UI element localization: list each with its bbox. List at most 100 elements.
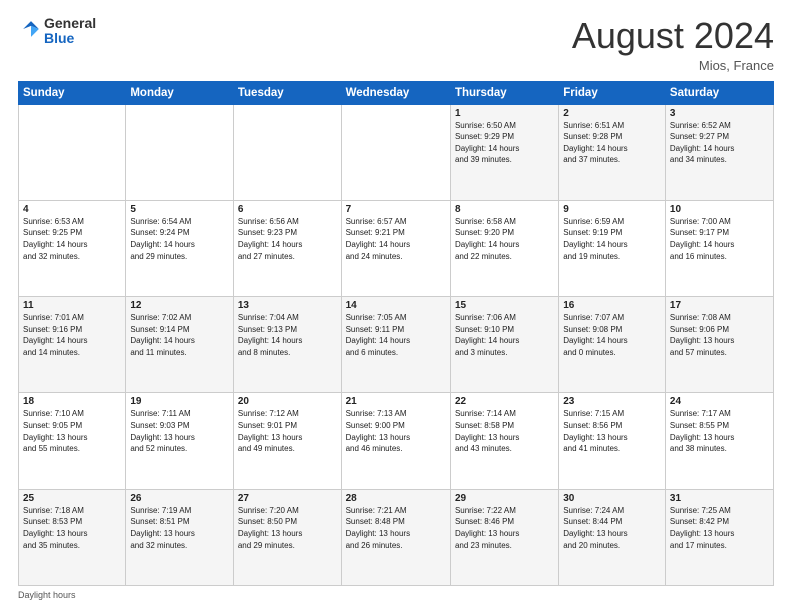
day-cell	[233, 104, 341, 200]
day-number: 12	[130, 300, 229, 311]
day-number: 31	[670, 493, 769, 504]
day-info: Sunrise: 6:53 AM Sunset: 9:25 PM Dayligh…	[23, 216, 121, 262]
day-number: 6	[238, 204, 337, 215]
day-info: Sunrise: 6:58 AM Sunset: 9:20 PM Dayligh…	[455, 216, 554, 262]
day-info: Sunrise: 7:01 AM Sunset: 9:16 PM Dayligh…	[23, 312, 121, 358]
day-number: 22	[455, 396, 554, 407]
day-cell: 3Sunrise: 6:52 AM Sunset: 9:27 PM Daylig…	[665, 104, 773, 200]
day-info: Sunrise: 7:04 AM Sunset: 9:13 PM Dayligh…	[238, 312, 337, 358]
logo-icon	[20, 18, 42, 40]
header: General Blue August 2024 Mios, France	[18, 16, 774, 73]
day-cell: 26Sunrise: 7:19 AM Sunset: 8:51 PM Dayli…	[126, 489, 234, 585]
footer-note: Daylight hours	[18, 590, 774, 600]
day-cell: 18Sunrise: 7:10 AM Sunset: 9:05 PM Dayli…	[19, 393, 126, 489]
logo-text: General Blue	[44, 16, 96, 47]
day-info: Sunrise: 7:05 AM Sunset: 9:11 PM Dayligh…	[346, 312, 446, 358]
day-cell: 24Sunrise: 7:17 AM Sunset: 8:55 PM Dayli…	[665, 393, 773, 489]
day-info: Sunrise: 7:15 AM Sunset: 8:56 PM Dayligh…	[563, 408, 661, 454]
day-info: Sunrise: 7:19 AM Sunset: 8:51 PM Dayligh…	[130, 505, 229, 551]
day-cell: 12Sunrise: 7:02 AM Sunset: 9:14 PM Dayli…	[126, 297, 234, 393]
day-info: Sunrise: 7:22 AM Sunset: 8:46 PM Dayligh…	[455, 505, 554, 551]
day-cell: 27Sunrise: 7:20 AM Sunset: 8:50 PM Dayli…	[233, 489, 341, 585]
week-row-2: 11Sunrise: 7:01 AM Sunset: 9:16 PM Dayli…	[19, 297, 774, 393]
day-info: Sunrise: 7:06 AM Sunset: 9:10 PM Dayligh…	[455, 312, 554, 358]
header-thursday: Thursday	[450, 81, 558, 104]
day-cell	[19, 104, 126, 200]
day-number: 10	[670, 204, 769, 215]
day-info: Sunrise: 7:18 AM Sunset: 8:53 PM Dayligh…	[23, 505, 121, 551]
day-number: 29	[455, 493, 554, 504]
day-info: Sunrise: 7:10 AM Sunset: 9:05 PM Dayligh…	[23, 408, 121, 454]
calendar-header: SundayMondayTuesdayWednesdayThursdayFrid…	[19, 81, 774, 104]
day-cell: 25Sunrise: 7:18 AM Sunset: 8:53 PM Dayli…	[19, 489, 126, 585]
day-number: 19	[130, 396, 229, 407]
day-number: 1	[455, 108, 554, 119]
day-number: 28	[346, 493, 446, 504]
page: General Blue August 2024 Mios, France Su…	[0, 0, 792, 612]
day-info: Sunrise: 7:12 AM Sunset: 9:01 PM Dayligh…	[238, 408, 337, 454]
header-wednesday: Wednesday	[341, 81, 450, 104]
day-info: Sunrise: 6:50 AM Sunset: 9:29 PM Dayligh…	[455, 120, 554, 166]
day-cell: 14Sunrise: 7:05 AM Sunset: 9:11 PM Dayli…	[341, 297, 450, 393]
day-cell: 28Sunrise: 7:21 AM Sunset: 8:48 PM Dayli…	[341, 489, 450, 585]
day-number: 23	[563, 396, 661, 407]
day-number: 14	[346, 300, 446, 311]
day-number: 15	[455, 300, 554, 311]
day-cell	[126, 104, 234, 200]
day-info: Sunrise: 7:25 AM Sunset: 8:42 PM Dayligh…	[670, 505, 769, 551]
day-number: 27	[238, 493, 337, 504]
day-cell: 2Sunrise: 6:51 AM Sunset: 9:28 PM Daylig…	[559, 104, 666, 200]
day-cell: 9Sunrise: 6:59 AM Sunset: 9:19 PM Daylig…	[559, 200, 666, 296]
day-cell	[341, 104, 450, 200]
header-saturday: Saturday	[665, 81, 773, 104]
day-info: Sunrise: 6:54 AM Sunset: 9:24 PM Dayligh…	[130, 216, 229, 262]
day-number: 30	[563, 493, 661, 504]
day-cell: 11Sunrise: 7:01 AM Sunset: 9:16 PM Dayli…	[19, 297, 126, 393]
day-cell: 8Sunrise: 6:58 AM Sunset: 9:20 PM Daylig…	[450, 200, 558, 296]
day-number: 16	[563, 300, 661, 311]
day-cell: 4Sunrise: 6:53 AM Sunset: 9:25 PM Daylig…	[19, 200, 126, 296]
logo-blue: Blue	[44, 30, 74, 46]
location: Mios, France	[572, 58, 774, 73]
day-number: 17	[670, 300, 769, 311]
day-info: Sunrise: 6:56 AM Sunset: 9:23 PM Dayligh…	[238, 216, 337, 262]
day-info: Sunrise: 6:59 AM Sunset: 9:19 PM Dayligh…	[563, 216, 661, 262]
week-row-1: 4Sunrise: 6:53 AM Sunset: 9:25 PM Daylig…	[19, 200, 774, 296]
month-title: August 2024	[572, 16, 774, 56]
day-cell: 21Sunrise: 7:13 AM Sunset: 9:00 PM Dayli…	[341, 393, 450, 489]
day-cell: 22Sunrise: 7:14 AM Sunset: 8:58 PM Dayli…	[450, 393, 558, 489]
day-info: Sunrise: 6:57 AM Sunset: 9:21 PM Dayligh…	[346, 216, 446, 262]
day-number: 25	[23, 493, 121, 504]
day-cell: 19Sunrise: 7:11 AM Sunset: 9:03 PM Dayli…	[126, 393, 234, 489]
day-number: 2	[563, 108, 661, 119]
week-row-3: 18Sunrise: 7:10 AM Sunset: 9:05 PM Dayli…	[19, 393, 774, 489]
day-number: 21	[346, 396, 446, 407]
day-cell: 31Sunrise: 7:25 AM Sunset: 8:42 PM Dayli…	[665, 489, 773, 585]
day-info: Sunrise: 7:24 AM Sunset: 8:44 PM Dayligh…	[563, 505, 661, 551]
day-cell: 30Sunrise: 7:24 AM Sunset: 8:44 PM Dayli…	[559, 489, 666, 585]
day-info: Sunrise: 6:52 AM Sunset: 9:27 PM Dayligh…	[670, 120, 769, 166]
day-info: Sunrise: 7:20 AM Sunset: 8:50 PM Dayligh…	[238, 505, 337, 551]
day-info: Sunrise: 7:14 AM Sunset: 8:58 PM Dayligh…	[455, 408, 554, 454]
day-cell: 10Sunrise: 7:00 AM Sunset: 9:17 PM Dayli…	[665, 200, 773, 296]
day-number: 8	[455, 204, 554, 215]
day-cell: 17Sunrise: 7:08 AM Sunset: 9:06 PM Dayli…	[665, 297, 773, 393]
day-cell: 20Sunrise: 7:12 AM Sunset: 9:01 PM Dayli…	[233, 393, 341, 489]
header-tuesday: Tuesday	[233, 81, 341, 104]
calendar: SundayMondayTuesdayWednesdayThursdayFrid…	[18, 81, 774, 586]
header-friday: Friday	[559, 81, 666, 104]
day-info: Sunrise: 7:07 AM Sunset: 9:08 PM Dayligh…	[563, 312, 661, 358]
day-number: 5	[130, 204, 229, 215]
week-row-4: 25Sunrise: 7:18 AM Sunset: 8:53 PM Dayli…	[19, 489, 774, 585]
calendar-table: SundayMondayTuesdayWednesdayThursdayFrid…	[18, 81, 774, 586]
day-number: 13	[238, 300, 337, 311]
calendar-body: 1Sunrise: 6:50 AM Sunset: 9:29 PM Daylig…	[19, 104, 774, 585]
day-number: 18	[23, 396, 121, 407]
day-info: Sunrise: 7:00 AM Sunset: 9:17 PM Dayligh…	[670, 216, 769, 262]
day-number: 24	[670, 396, 769, 407]
day-info: Sunrise: 7:02 AM Sunset: 9:14 PM Dayligh…	[130, 312, 229, 358]
day-info: Sunrise: 7:21 AM Sunset: 8:48 PM Dayligh…	[346, 505, 446, 551]
week-row-0: 1Sunrise: 6:50 AM Sunset: 9:29 PM Daylig…	[19, 104, 774, 200]
day-info: Sunrise: 6:51 AM Sunset: 9:28 PM Dayligh…	[563, 120, 661, 166]
day-info: Sunrise: 7:17 AM Sunset: 8:55 PM Dayligh…	[670, 408, 769, 454]
